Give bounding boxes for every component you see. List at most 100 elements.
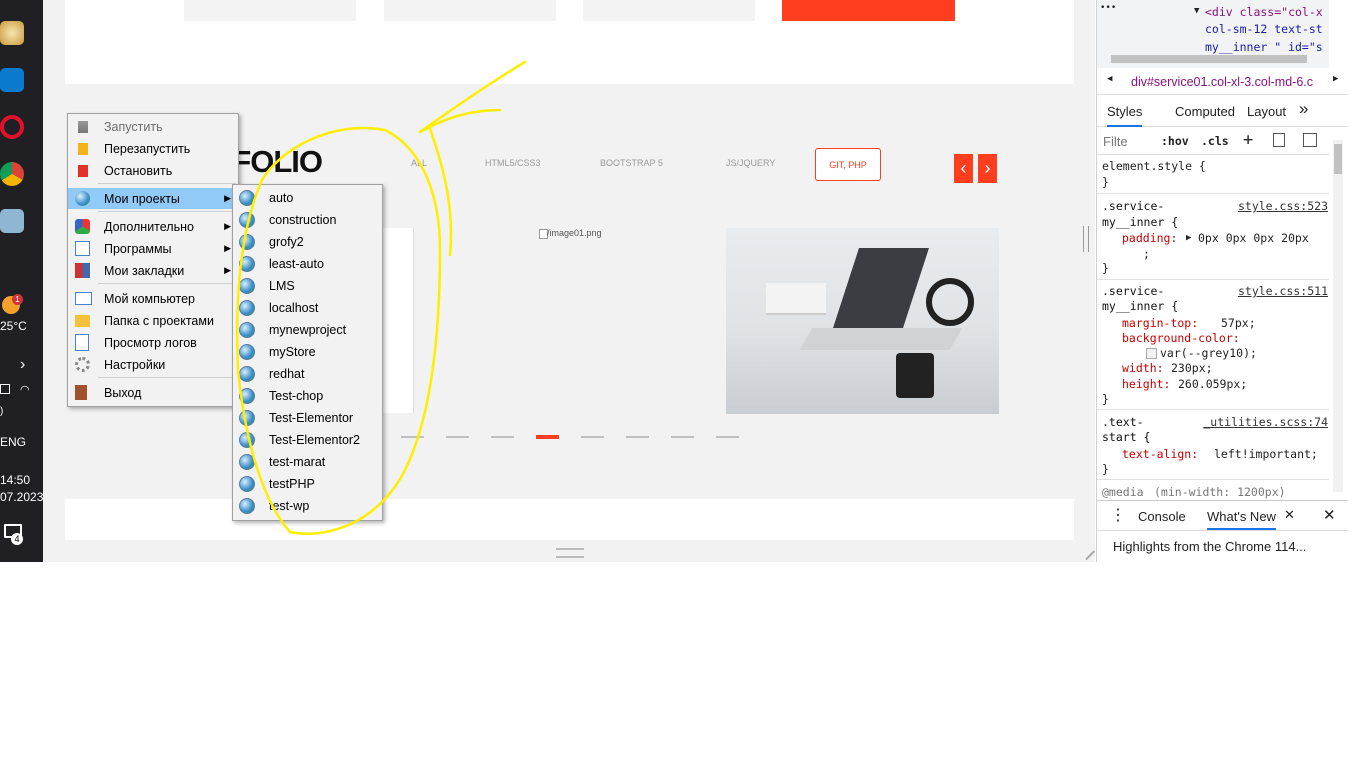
filter-html-css[interactable]: HTML5/CSS3 [485, 158, 541, 168]
tab-styles[interactable]: Styles [1107, 104, 1143, 127]
rule2-selector-2[interactable]: my__inner { [1102, 299, 1178, 313]
slider-dot[interactable] [671, 436, 694, 438]
rule3-selector-2[interactable]: start { [1102, 430, 1150, 444]
resize-corner-icon[interactable] [1076, 541, 1096, 561]
rule1-property[interactable]: padding: [1122, 231, 1177, 245]
rule2-value-1[interactable]: 57px; [1221, 316, 1256, 330]
vertical-scrollbar[interactable] [1333, 140, 1343, 492]
whats-new-text[interactable]: Highlights from the Chrome 114... [1113, 539, 1306, 554]
rule2-property-4[interactable]: height: [1122, 377, 1170, 391]
horizontal-scrollbar[interactable] [1111, 55, 1307, 63]
add-rule-icon[interactable]: + [1243, 130, 1253, 150]
dom-ellipsis[interactable]: ••• [1100, 3, 1116, 13]
scrollbar-thumb[interactable] [1334, 144, 1342, 174]
dom-line-2[interactable]: col-sm-12 text-st [1205, 22, 1323, 36]
project-item[interactable]: LMS [233, 275, 382, 297]
menu-item-advanced[interactable]: Дополнительно ▶ [68, 216, 238, 237]
styles-filter-input[interactable]: Filte [1103, 134, 1128, 149]
rule2-value-2[interactable]: var(--grey10); [1160, 346, 1257, 360]
opera-app-icon[interactable] [0, 115, 24, 139]
project-item[interactable]: Test-Elementor [233, 407, 382, 429]
clock-time[interactable]: 14:50 [0, 473, 30, 487]
slider-dot-active[interactable] [536, 435, 559, 439]
media-query[interactable]: (min-width: 1200px) [1154, 485, 1286, 499]
slider-dot[interactable] [491, 436, 514, 438]
element-style-rule[interactable]: element.style { [1102, 159, 1206, 173]
menu-item-start[interactable]: Запустить [68, 116, 238, 137]
menu-item-my-projects[interactable]: Мои проекты ▶ [68, 188, 238, 209]
project-item[interactable]: construction [233, 209, 382, 231]
color-swatch-icon[interactable] [1146, 348, 1157, 359]
portfolio-image-laptop[interactable] [726, 228, 999, 414]
rule3-value[interactable]: left!important; [1214, 447, 1318, 461]
drawer-tab-console[interactable]: Console [1138, 509, 1186, 524]
project-item[interactable]: least-auto [233, 253, 382, 275]
toggle-sidebar-icon[interactable] [1303, 133, 1317, 147]
project-item[interactable]: grofy2 [233, 231, 382, 253]
menu-item-programs[interactable]: Программы ▶ [68, 238, 238, 259]
filter-git-php[interactable]: GIT, PHP [815, 148, 881, 181]
project-item[interactable]: auto [233, 187, 382, 209]
media-at-rule[interactable]: @media [1102, 485, 1144, 499]
clock-date[interactable]: 07.2023 [0, 490, 43, 504]
rule1-source-link[interactable]: style.css:523 [1238, 199, 1328, 213]
menu-item-projects-folder[interactable]: Папка с проектами [68, 310, 238, 331]
chevron-right-icon[interactable]: › [20, 356, 25, 374]
slider-dot[interactable] [446, 436, 469, 438]
breadcrumb-path[interactable]: div#service01.col-xl-3.col-md-6.c [1131, 75, 1313, 89]
rule1-selector-2[interactable]: my__inner { [1102, 215, 1178, 229]
slider-dot[interactable] [716, 436, 739, 438]
paint-brush-icon[interactable] [1273, 133, 1285, 147]
filter-bootstrap[interactable]: BOOTSTRAP 5 [600, 158, 663, 168]
project-item[interactable]: test-wp [233, 495, 382, 517]
rule2-property-3[interactable]: width: [1122, 361, 1164, 375]
slider-prev-button[interactable]: ‹ [954, 154, 973, 183]
project-item[interactable]: myStore [233, 341, 382, 363]
rule1-value[interactable]: 0px 0px 0px 20px [1198, 231, 1309, 245]
dom-expand-triangle[interactable]: ▼ [1194, 6, 1199, 16]
display-icon[interactable] [0, 384, 10, 394]
project-item[interactable]: redhat [233, 363, 382, 385]
devtools-splitter[interactable] [1083, 226, 1089, 252]
menu-item-my-computer[interactable]: Мой компьютер [68, 288, 238, 309]
paint-app-icon[interactable] [0, 21, 24, 45]
wifi-icon[interactable]: ◠ [20, 383, 30, 396]
rule3-selector-1[interactable]: .text- [1102, 415, 1144, 429]
close-tab-icon[interactable]: ✕ [1284, 507, 1295, 523]
tab-layout[interactable]: Layout [1247, 104, 1286, 119]
rule3-property[interactable]: text-align: [1122, 447, 1198, 461]
rule2-selector-1[interactable]: .service- [1102, 284, 1164, 298]
menu-item-settings[interactable]: Настройки [68, 354, 238, 375]
project-item[interactable]: testPHP [233, 473, 382, 495]
speaker-icon[interactable]: ) [0, 406, 3, 417]
menu-item-restart[interactable]: Перезапустить [68, 138, 238, 159]
slider-dot[interactable] [626, 436, 649, 438]
chrome-app-icon[interactable] [0, 162, 24, 186]
rule2-value-3[interactable]: 230px; [1171, 361, 1213, 375]
slider-dot[interactable] [581, 436, 604, 438]
project-item[interactable]: Test-Elementor2 [233, 429, 382, 451]
dom-line-3[interactable]: my__inner " id="s [1205, 40, 1323, 54]
dom-line-1[interactable]: <div class="col-x [1205, 5, 1323, 19]
expand-triangle-icon[interactable]: ▶ [1186, 233, 1191, 243]
rule2-value-4[interactable]: 260.059px; [1178, 377, 1247, 391]
breadcrumb-left-arrow[interactable]: ◀ [1107, 74, 1112, 84]
menu-item-view-logs[interactable]: Просмотр логов [68, 332, 238, 353]
vscode-app-icon[interactable] [0, 68, 24, 92]
menu-item-stop[interactable]: Остановить [68, 160, 238, 181]
language-indicator[interactable]: ENG [0, 435, 26, 449]
notepad-app-icon[interactable] [0, 209, 24, 233]
project-item[interactable]: mynewproject [233, 319, 382, 341]
drawer-tab-whats-new[interactable]: What's New [1207, 509, 1276, 530]
resize-handle[interactable] [556, 548, 584, 558]
more-tabs-icon[interactable]: » [1299, 99, 1308, 119]
rule2-property-1[interactable]: margin-top: [1122, 316, 1198, 330]
project-item[interactable]: Test-chop [233, 385, 382, 407]
rule1-selector-1[interactable]: .service- [1102, 199, 1164, 213]
tab-computed[interactable]: Computed [1175, 104, 1235, 119]
slider-next-button[interactable]: › [978, 154, 997, 183]
drawer-menu-icon[interactable]: ⋮ [1110, 505, 1126, 525]
rule3-source-link[interactable]: _utilities.scss:74 [1203, 415, 1328, 429]
rule2-source-link[interactable]: style.css:511 [1238, 284, 1328, 298]
hov-toggle[interactable]: :hov [1161, 134, 1189, 148]
